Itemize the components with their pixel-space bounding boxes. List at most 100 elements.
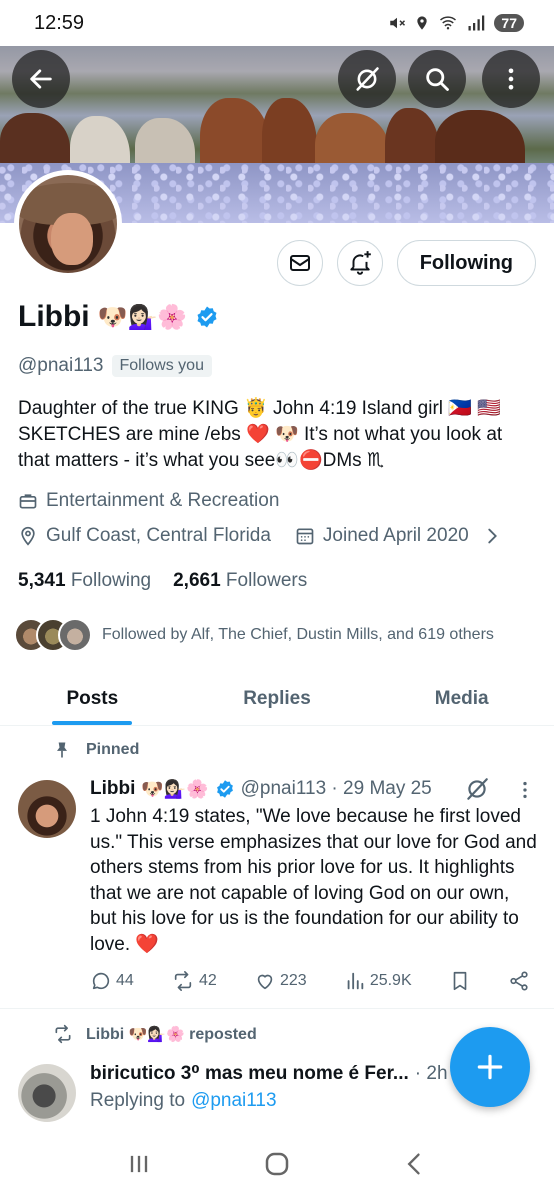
like-button[interactable]: 223 <box>254 970 307 992</box>
calendar-icon <box>296 528 314 545</box>
share-icon <box>510 971 528 991</box>
heart-icon <box>257 974 273 990</box>
profile-handle: @pnai113 <box>18 355 104 376</box>
post-more-icon[interactable] <box>514 778 536 802</box>
post-header: biricutico 3⁰ mas meu nome é Fer... · 2h <box>90 1062 448 1085</box>
followed-by-row[interactable]: Followed by Alf, The Chief, Dustin Mills… <box>14 618 494 652</box>
wifi-icon <box>440 16 457 30</box>
grok-button[interactable] <box>338 50 396 108</box>
post-author-name[interactable]: Libbi <box>90 778 135 800</box>
pinned-label-row: Pinned <box>52 740 139 760</box>
repost-count: 42 <box>198 972 217 989</box>
views-icon <box>347 972 364 990</box>
reply-button[interactable]: 44 <box>90 970 134 992</box>
bell-plus-icon <box>350 251 371 275</box>
bookmark-button[interactable] <box>449 970 471 992</box>
profile-name: Libbi <box>18 300 90 333</box>
followed-by-text: Followed by Alf, The Chief, Dustin Mills… <box>102 626 494 643</box>
reply-count: 44 <box>116 972 134 989</box>
replying-to-row: Replying to @pnai113 <box>90 1090 277 1112</box>
profile-name-row: Libbi 🐶💁🏻‍♀️🌸 <box>18 300 219 334</box>
category-text: Entertainment & Recreation <box>46 490 280 511</box>
pinned-label: Pinned <box>86 741 140 758</box>
like-count: 223 <box>279 972 307 989</box>
follows-you-badge: Follows you <box>111 355 212 377</box>
replying-prefix: Replying to <box>90 1090 186 1111</box>
back-nav-icon[interactable] <box>401 1150 429 1178</box>
post-author-avatar[interactable] <box>18 780 76 838</box>
search-icon <box>426 68 449 91</box>
repost-icon <box>174 971 192 991</box>
following-count: 5,341 <box>18 570 66 591</box>
recent-apps-icon[interactable] <box>125 1150 153 1178</box>
followed-by-avatars <box>14 618 92 652</box>
profile-name-emojis: 🐶💁🏻‍♀️🌸 <box>97 303 188 331</box>
notifications-button[interactable] <box>336 240 383 286</box>
briefcase-icon <box>19 494 37 509</box>
following-label: Following <box>70 570 152 591</box>
tab-replies[interactable]: Replies <box>185 672 370 725</box>
repost-button[interactable]: 42 <box>171 970 217 992</box>
followers-label: Followers <box>225 570 308 591</box>
compose-button[interactable] <box>450 1027 530 1107</box>
post-author-avatar[interactable] <box>18 1064 76 1122</box>
repost-label-row: Libbi 🐶💁🏻‍♀️🌸 reposted <box>52 1024 257 1044</box>
plus-icon <box>477 1054 503 1080</box>
following-button[interactable]: Following <box>396 240 536 286</box>
location-text: Gulf Coast, Central Florida <box>46 525 271 546</box>
follower-avatar <box>58 618 92 652</box>
signal-icon <box>468 15 485 31</box>
followers-count: 2,661 <box>173 570 221 591</box>
bookmark-icon <box>453 971 467 991</box>
post-text: 1 John 4:19 states, "We love because he … <box>90 806 537 955</box>
home-icon[interactable] <box>262 1149 292 1179</box>
reposter-emojis: 🐶💁🏻‍♀️🌸 <box>128 1025 185 1043</box>
profile-tabs: Posts Replies Media <box>0 672 554 726</box>
share-button[interactable] <box>508 970 530 992</box>
reply-icon <box>92 972 110 990</box>
location-icon <box>417 16 428 30</box>
back-button[interactable] <box>12 50 70 108</box>
profile-actions: Following <box>276 240 536 286</box>
followers-count-link[interactable]: 2,661 Followers <box>173 570 307 592</box>
repost-label: reposted <box>189 1025 257 1043</box>
reposter-name[interactable]: Libbi <box>86 1026 124 1043</box>
profile-category: Entertainment & Recreation <box>18 490 279 512</box>
search-button[interactable] <box>408 50 466 108</box>
views-button[interactable]: 25.9K <box>344 970 412 992</box>
chevron-right-icon[interactable] <box>481 525 503 547</box>
replying-to-handle[interactable]: @pnai113 <box>191 1090 277 1112</box>
views-count: 25.9K <box>369 972 412 989</box>
profile-bio: Daughter of the true KING 🤴 John 4:19 Is… <box>18 398 503 471</box>
post-time: · 2h <box>414 1062 448 1084</box>
avatar-face <box>51 213 93 265</box>
post-handle-date: @pnai113 · 29 May 25 <box>240 778 432 799</box>
status-icons: 77 <box>388 14 524 32</box>
grok-icon <box>356 67 379 91</box>
more-button[interactable] <box>482 50 540 108</box>
repost-icon <box>55 1024 71 1044</box>
battery-indicator: 77 <box>494 14 524 32</box>
profile-avatar[interactable] <box>14 170 122 278</box>
profile-location-row: Gulf Coast, Central Florida Joined April… <box>18 525 503 547</box>
post-actions: 44 42 223 25.9K <box>90 970 530 992</box>
status-time: 12:59 <box>34 11 85 34</box>
message-button[interactable] <box>276 240 323 286</box>
back-arrow-icon <box>30 69 52 89</box>
android-nav-bar <box>0 1128 554 1200</box>
grok-post-icon[interactable] <box>464 776 490 802</box>
verified-badge-icon[interactable] <box>195 305 219 329</box>
post-divider <box>0 1008 554 1009</box>
joined-text: Joined April 2020 <box>322 525 469 546</box>
following-count-link[interactable]: 5,341 Following <box>18 570 151 592</box>
post-author-name[interactable]: biricutico 3⁰ mas meu nome é Fer... <box>90 1062 409 1085</box>
follow-counts: 5,341 Following 2,661 Followers <box>18 570 307 592</box>
location-pin-icon <box>21 526 35 546</box>
tab-posts[interactable]: Posts <box>0 672 185 725</box>
more-vertical-icon <box>508 68 514 90</box>
tab-media[interactable]: Media <box>369 672 554 725</box>
status-bar: 12:59 77 <box>0 0 554 46</box>
pin-icon <box>57 742 67 758</box>
profile-handle-row: @pnai113 Follows you <box>18 355 212 377</box>
mute-icon <box>390 17 406 29</box>
